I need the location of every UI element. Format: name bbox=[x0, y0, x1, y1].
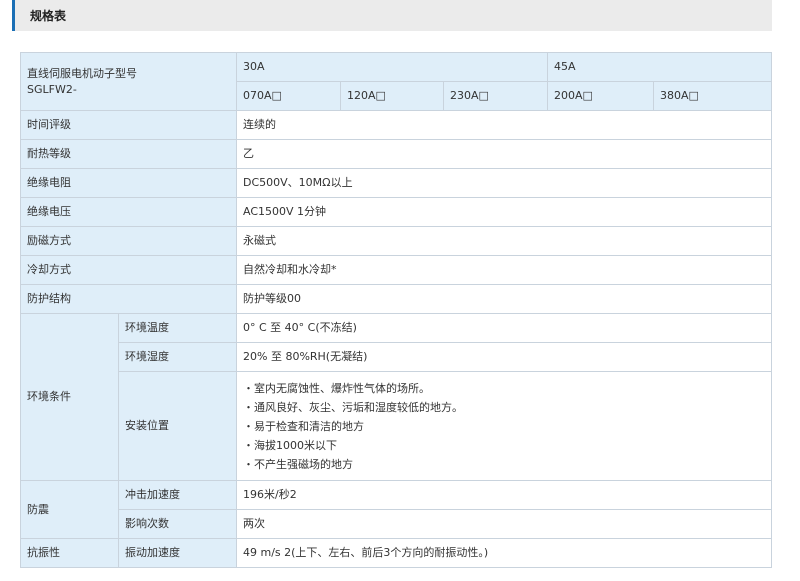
heat-class-value: 乙 bbox=[235, 139, 773, 169]
row-shock-count: 影响次数 两次 bbox=[21, 509, 773, 539]
model-label: 直线伺服电机动子型号 SGLFW2- bbox=[20, 52, 237, 111]
insulation-voltage-value: AC1500V 1分钟 bbox=[235, 197, 773, 227]
env-label: 环境条件 bbox=[20, 313, 119, 481]
env-temp-value: 0° C 至 40° C(不冻结) bbox=[235, 313, 773, 343]
excitation-label: 励磁方式 bbox=[20, 226, 237, 256]
cooling-value: 自然冷却和水冷却* bbox=[235, 255, 773, 285]
list-item: 室内无腐蚀性、爆炸性气体的场所。 bbox=[243, 379, 765, 398]
vibration-accel-label: 振动加速度 bbox=[118, 538, 237, 568]
insulation-voltage-label: 绝缘电压 bbox=[20, 197, 237, 227]
env-install-value: 室内无腐蚀性、爆炸性气体的场所。 通风良好、灰尘、污垢和湿度较低的地方。 易于检… bbox=[235, 371, 773, 481]
model-380a: 380A□ bbox=[653, 81, 773, 111]
protection-value: 防护等级00 bbox=[235, 284, 773, 314]
section-header: 规格表 bbox=[12, 0, 772, 31]
row-cooling: 冷却方式 自然冷却和水冷却* bbox=[20, 255, 773, 285]
row-env-temp: 环境条件 环境温度 0° C 至 40° C(不冻结) bbox=[20, 313, 773, 481]
cooling-label: 冷却方式 bbox=[20, 255, 237, 285]
row-insulation-voltage: 绝缘电压 AC1500V 1分钟 bbox=[20, 197, 773, 227]
model-200a: 200A□ bbox=[547, 81, 655, 111]
list-item: 海拔1000米以下 bbox=[243, 436, 765, 455]
group-30a: 30A bbox=[235, 52, 549, 82]
row-insulation-resistance: 绝缘电阻 DC500V、10MΩ以上 bbox=[20, 168, 773, 198]
model-070a: 070A□ bbox=[236, 81, 341, 111]
spec-table: 直线伺服电机动子型号 SGLFW2- 30A 45A 070A□ 120A□ 2… bbox=[20, 52, 773, 568]
vibration-accel-value: 49 m/s 2(上下、左右、前后3个方向的耐振动性。) bbox=[235, 538, 773, 568]
shock-label: 防震 bbox=[20, 480, 119, 539]
list-item: 易于检查和清洁的地方 bbox=[243, 417, 765, 436]
row-env-humidity: 环境湿度 20% 至 80%RH(无凝结) bbox=[21, 342, 773, 372]
insulation-resistance-value: DC500V、10MΩ以上 bbox=[235, 168, 773, 198]
list-item: 不产生强磁场的地方 bbox=[243, 455, 765, 474]
row-time-rating: 时间评级 连续的 bbox=[20, 110, 773, 140]
vibration-label: 抗振性 bbox=[20, 538, 119, 568]
row-env-install: 安装位置 室内无腐蚀性、爆炸性气体的场所。 通风良好、灰尘、污垢和湿度较低的地方… bbox=[21, 371, 773, 481]
section-title: 规格表 bbox=[30, 9, 67, 23]
insulation-resistance-label: 绝缘电阻 bbox=[20, 168, 237, 198]
time-rating-label: 时间评级 bbox=[20, 110, 237, 140]
protection-label: 防护结构 bbox=[20, 284, 237, 314]
shock-accel-label: 冲击加速度 bbox=[118, 480, 237, 510]
list-item: 通风良好、灰尘、污垢和湿度较低的地方。 bbox=[243, 398, 765, 417]
model-row-1: 直线伺服电机动子型号 SGLFW2- 30A 45A bbox=[20, 52, 773, 111]
row-heat-class: 耐热等级 乙 bbox=[20, 139, 773, 169]
row-vibration: 抗振性 振动加速度 49 m/s 2(上下、左右、前后3个方向的耐振动性。) bbox=[20, 538, 773, 568]
env-humidity-value: 20% 至 80%RH(无凝结) bbox=[235, 342, 773, 372]
shock-accel-value: 196米/秒2 bbox=[235, 480, 773, 510]
model-230a: 230A□ bbox=[442, 81, 549, 111]
env-temp-label: 环境温度 bbox=[118, 313, 237, 343]
model-label-line2: SGLFW2- bbox=[27, 82, 77, 96]
time-rating-value: 连续的 bbox=[235, 110, 773, 140]
excitation-value: 永磁式 bbox=[235, 226, 773, 256]
env-humidity-label: 环境湿度 bbox=[118, 342, 237, 372]
row-shock-accel: 防震 冲击加速度 196米/秒2 bbox=[20, 480, 773, 539]
group-45a: 45A bbox=[547, 52, 773, 82]
heat-class-label: 耐热等级 bbox=[20, 139, 237, 169]
install-conditions-list: 室内无腐蚀性、爆炸性气体的场所。 通风良好、灰尘、污垢和湿度较低的地方。 易于检… bbox=[243, 379, 765, 474]
row-protection: 防护结构 防护等级00 bbox=[20, 284, 773, 314]
shock-count-value: 两次 bbox=[235, 509, 773, 539]
env-install-label: 安装位置 bbox=[118, 371, 237, 481]
model-120a: 120A□ bbox=[340, 81, 444, 111]
model-label-line1: 直线伺服电机动子型号 bbox=[27, 66, 137, 80]
shock-count-label: 影响次数 bbox=[118, 509, 237, 539]
row-excitation: 励磁方式 永磁式 bbox=[20, 226, 773, 256]
